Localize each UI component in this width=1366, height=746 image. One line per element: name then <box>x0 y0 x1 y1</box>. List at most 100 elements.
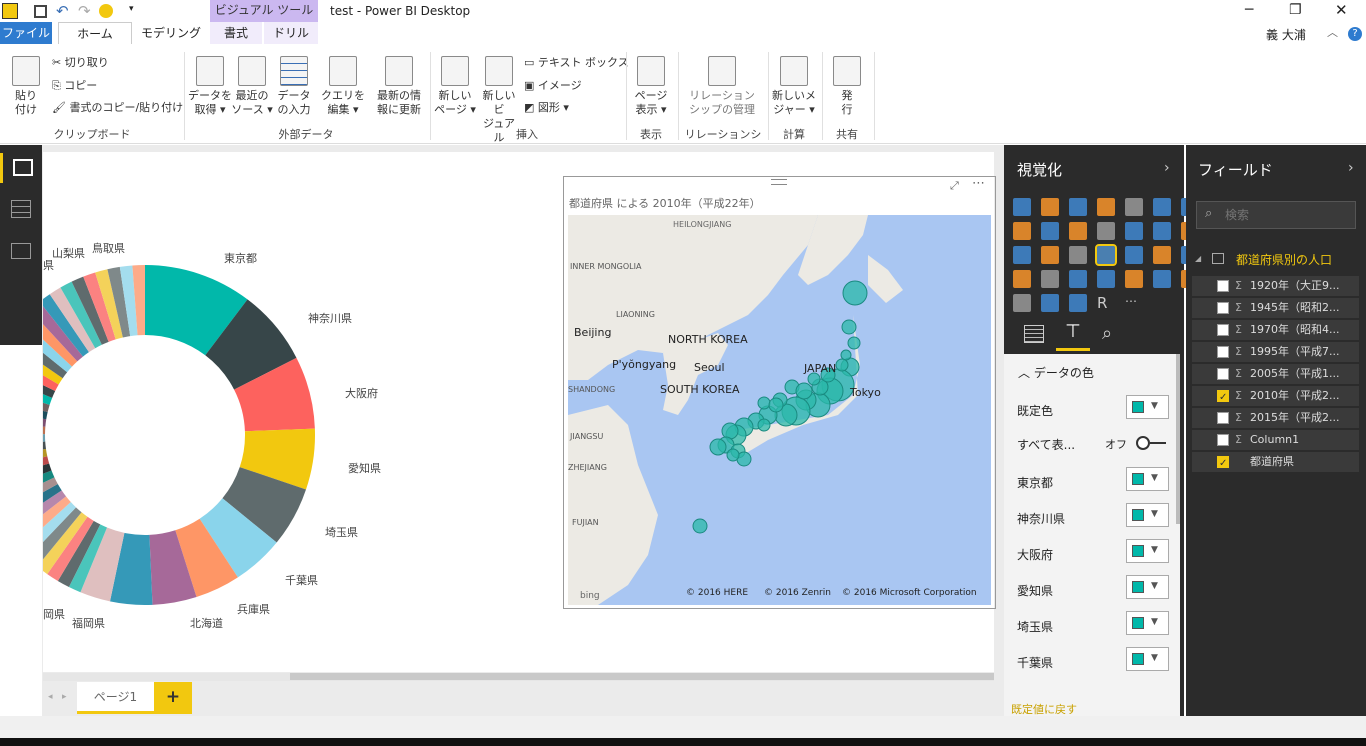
page-tab-1[interactable]: ページ1 <box>77 682 154 714</box>
visual-type-icon[interactable] <box>1125 246 1143 264</box>
visual-type-icon[interactable] <box>1153 270 1171 288</box>
visual-type-icon[interactable] <box>1097 198 1115 216</box>
map-bubble[interactable] <box>847 336 861 350</box>
field-checkbox[interactable] <box>1217 324 1229 336</box>
more-visuals-icon[interactable]: ⋯ <box>1125 294 1143 312</box>
visual-type-icon[interactable] <box>1069 270 1087 288</box>
field-item[interactable]: Σ 1945年（昭和2... <box>1192 298 1359 318</box>
donut-chart[interactable] <box>43 230 383 640</box>
field-item[interactable]: Σ Column1 <box>1192 430 1359 450</box>
help-icon[interactable]: ? <box>1348 27 1362 41</box>
map-bubble[interactable] <box>692 518 708 534</box>
visual-type-icon[interactable] <box>1041 294 1059 312</box>
visual-type-icon[interactable] <box>1153 198 1171 216</box>
tab-modeling[interactable]: モデリング <box>140 22 202 44</box>
smiley-icon[interactable] <box>99 4 113 18</box>
visual-type-icon[interactable] <box>1097 270 1115 288</box>
cut-button[interactable]: ✂ 切り取り <box>52 54 109 70</box>
text-box-button[interactable]: ▭ テキスト ボックス <box>524 54 629 70</box>
visual-type-icon[interactable] <box>1153 222 1171 240</box>
series-color-picker[interactable]: ▼ <box>1126 467 1169 491</box>
visual-type-icon[interactable] <box>1069 294 1087 312</box>
map-bubble[interactable] <box>840 349 852 361</box>
recent-sources-button[interactable]: 最近の ソース ▾ <box>230 56 274 117</box>
field-item[interactable]: Σ 1995年（平成7... <box>1192 342 1359 362</box>
field-item[interactable]: Σ 1970年（昭和4... <box>1192 320 1359 340</box>
maximize-button[interactable]: ❐ <box>1289 2 1302 18</box>
tab-drill[interactable]: ドリル <box>264 22 318 44</box>
field-checkbox[interactable] <box>1217 412 1229 424</box>
visual-type-icon[interactable] <box>1097 222 1115 240</box>
field-item[interactable]: Σ 2005年（平成1... <box>1192 364 1359 384</box>
field-item[interactable]: ✓ 都道府県 <box>1192 452 1359 472</box>
prev-page-arrow-icon[interactable]: ◂ <box>48 692 53 702</box>
field-checkbox[interactable] <box>1217 280 1229 292</box>
series-color-picker[interactable]: ▼ <box>1126 539 1169 563</box>
show-all-toggle[interactable] <box>1136 435 1166 451</box>
edit-queries-button[interactable]: クエリを 編集 ▾ <box>320 56 366 117</box>
series-color-picker[interactable]: ▼ <box>1126 611 1169 635</box>
publish-button[interactable]: 発行 <box>828 56 866 117</box>
map-bubble[interactable] <box>835 358 849 372</box>
scrollbar-thumb[interactable] <box>290 673 994 680</box>
user-name[interactable]: 義 大浦 <box>1266 26 1306 43</box>
r-visual-icon[interactable]: R <box>1097 294 1115 312</box>
qat-dropdown-icon[interactable]: ▾ <box>129 4 134 14</box>
tab-home[interactable]: ホーム <box>58 22 132 44</box>
field-checkbox[interactable]: ✓ <box>1217 390 1229 403</box>
visual-type-icon[interactable] <box>1041 222 1059 240</box>
manage-relationships-button[interactable]: リレーション シップの管理 <box>684 56 760 117</box>
fields-tab-icon[interactable] <box>1024 325 1044 343</box>
series-color-picker[interactable]: ▼ <box>1126 647 1169 671</box>
table-name[interactable]: 都道府県別の人口 <box>1236 251 1332 268</box>
data-colors-section-header[interactable]: ︿ データの色 <box>1018 364 1094 381</box>
page-view-button[interactable]: ページ 表示 ▾ <box>630 56 672 117</box>
search-input[interactable] <box>1225 205 1345 225</box>
table-expand-icon[interactable]: ◢ <box>1195 254 1201 263</box>
more-options-icon[interactable]: ⋯ <box>972 176 985 191</box>
series-color-picker[interactable]: ▼ <box>1126 575 1169 599</box>
collapse-ribbon-icon[interactable]: ︿ <box>1327 24 1338 40</box>
relationship-view-icon[interactable] <box>11 243 31 259</box>
new-measure-button[interactable]: 新しいメ ジャー ▾ <box>772 56 816 117</box>
map-bubble[interactable] <box>726 448 740 462</box>
visual-type-icon[interactable] <box>1069 222 1087 240</box>
visual-type-icon[interactable] <box>1013 198 1031 216</box>
visual-type-icon[interactable] <box>1041 270 1059 288</box>
tab-format[interactable]: 書式 <box>210 22 262 44</box>
default-color-picker[interactable]: ▼ <box>1126 395 1169 419</box>
format-paint-roller-icon[interactable]: ⊤ <box>1056 321 1090 351</box>
visual-type-icon[interactable] <box>1125 270 1143 288</box>
paste-button[interactable]: 貼り 付け <box>8 56 44 117</box>
field-search-box[interactable]: ⌕ <box>1196 201 1356 229</box>
field-checkbox[interactable] <box>1217 434 1229 446</box>
chevron-right-icon[interactable]: › <box>1164 160 1170 176</box>
analytics-magnifier-icon[interactable]: ⌕ <box>1102 323 1112 344</box>
visual-type-icon[interactable] <box>1013 270 1031 288</box>
report-view-icon[interactable] <box>0 153 42 183</box>
image-button[interactable]: ▣ イメージ <box>524 77 582 93</box>
visual-type-icon[interactable] <box>1041 198 1059 216</box>
field-checkbox[interactable] <box>1217 302 1229 314</box>
visual-type-icon[interactable] <box>1069 246 1087 264</box>
add-page-button[interactable]: + <box>154 682 192 714</box>
map-bubble[interactable] <box>768 397 784 413</box>
map-canvas[interactable]: HEILONGJIANG INNER MONGOLIA LIAONING Bei… <box>568 215 991 605</box>
chevron-right-icon[interactable]: › <box>1348 160 1354 176</box>
map-bubble[interactable] <box>721 422 739 440</box>
enter-data-button[interactable]: データ の入力 <box>272 56 316 117</box>
field-item[interactable]: Σ 2015年（平成2... <box>1192 408 1359 428</box>
format-painter-button[interactable]: 🖌 書式のコピー/貼り付け <box>52 99 183 115</box>
map-bubble[interactable] <box>795 382 813 400</box>
focus-mode-icon[interactable]: ⤢ <box>950 179 959 193</box>
tab-file[interactable]: ファイル <box>0 22 52 44</box>
map-bubble[interactable] <box>757 396 771 410</box>
field-item[interactable]: Σ 1920年（大正9... <box>1192 276 1359 296</box>
map-visual-type-icon[interactable] <box>1095 244 1117 266</box>
map-bubble[interactable] <box>709 438 727 456</box>
shapes-button[interactable]: ◩ 図形 ▾ <box>524 99 569 115</box>
visual-type-icon[interactable] <box>1013 222 1031 240</box>
redo-icon[interactable]: ↷ <box>78 2 91 20</box>
visual-type-icon[interactable] <box>1125 198 1143 216</box>
visual-type-icon[interactable] <box>1153 246 1171 264</box>
